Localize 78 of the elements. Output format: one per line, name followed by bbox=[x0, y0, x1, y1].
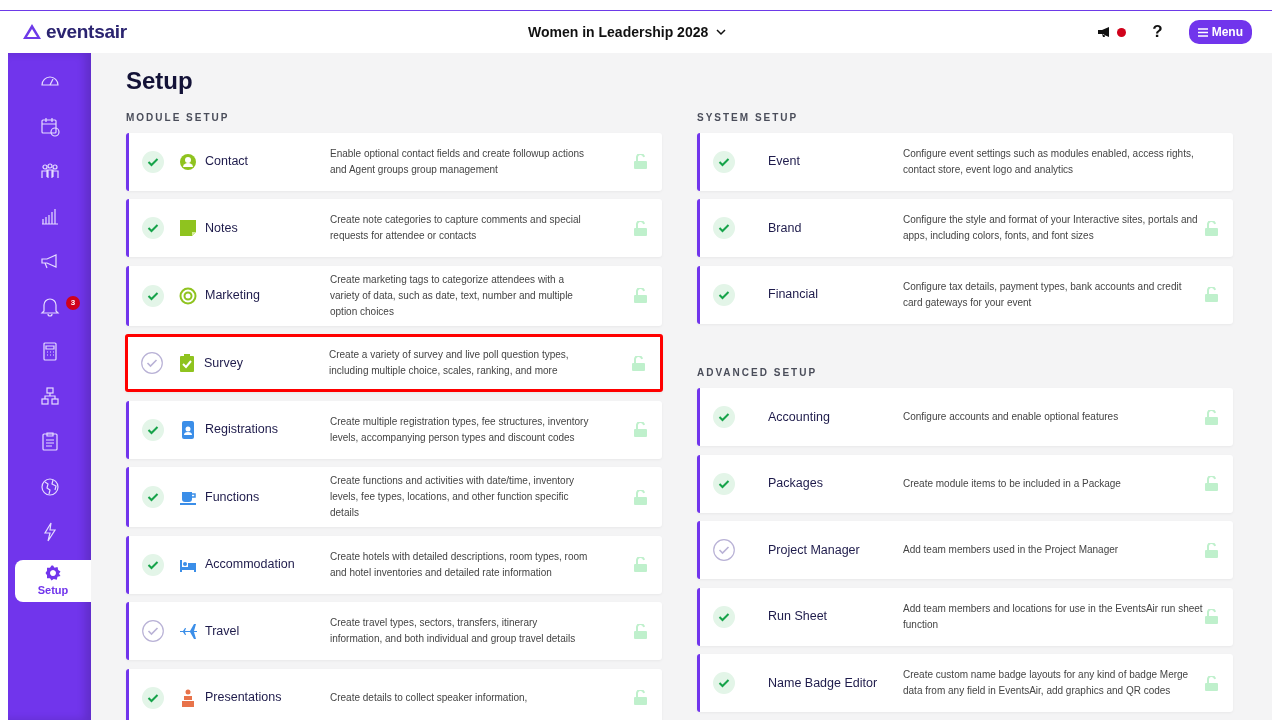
setup-name: Presentations bbox=[205, 689, 283, 707]
setup-name: Run Sheet bbox=[768, 608, 829, 626]
hierarchy-icon bbox=[38, 385, 61, 408]
notification-badge: 3 bbox=[66, 296, 80, 310]
setup-card[interactable]: Event Configure event settings such as modules enabled, access rights, contact store, event logo and analytics bbox=[697, 132, 1233, 191]
setup-card[interactable]: Presentations Create details to collect speaker information, bbox=[126, 668, 662, 720]
page-title: Setup bbox=[126, 67, 194, 96]
setup-card[interactable]: Accounting Configure accounts and enable optional features bbox=[697, 388, 1233, 447]
setup-name: Contact bbox=[205, 153, 250, 171]
setup-name: Name Badge Editor bbox=[768, 674, 879, 692]
setup-card[interactable]: Marketing Create marketing tags to categorize attendees with a variety of data, such as date, text, number and multiple option choices bbox=[126, 265, 662, 326]
announcements-button[interactable] bbox=[1097, 26, 1127, 38]
bell-icon bbox=[38, 295, 61, 318]
setup-card[interactable]: Project Manager Add team members used in the Project Manager bbox=[697, 521, 1233, 580]
target-icon bbox=[179, 286, 197, 305]
menu-icon bbox=[1197, 27, 1208, 37]
setup-description: Create travel types, sectors, transfers, itinerary information, and both individual and group travel details bbox=[330, 616, 577, 647]
section-heading: ADVANCED SETUP bbox=[697, 366, 819, 381]
setup-name: Accommodation bbox=[205, 556, 296, 574]
setup-description: Enable optional contact fields and create followup actions and Agent groups group management bbox=[330, 146, 586, 177]
setup-name: Packages bbox=[768, 475, 824, 493]
menu-button[interactable]: Menu bbox=[1188, 20, 1252, 44]
setup-card[interactable]: Survey Create a variety of survey and live poll question types, including multiple choice, scales, ranking, and more bbox=[125, 334, 663, 393]
setup-name: Event bbox=[768, 153, 801, 171]
chevron-icon bbox=[716, 28, 727, 36]
clipboard-check-icon bbox=[178, 354, 196, 373]
setup-description: Create note categories to capture comments and special requests for attendee or contacts bbox=[330, 213, 582, 244]
section-heading: SYSTEM SETUP bbox=[697, 110, 800, 125]
setup-description: Configure accounts and enable optional features bbox=[903, 410, 1120, 425]
logo-text: eventsair bbox=[46, 19, 127, 44]
setup-description: Configure tax details, payment types, bank accounts and credit card gateways for your event bbox=[903, 279, 1183, 310]
gear-icon bbox=[44, 563, 62, 582]
setup-name: Functions bbox=[205, 488, 261, 506]
id-badge-icon bbox=[179, 420, 197, 439]
setup-description: Create marketing tags to categorize attendees with a variety of data, such as date, text, number and multiple option choices bbox=[330, 272, 574, 319]
setup-name: Financial bbox=[768, 286, 820, 304]
setup-card[interactable]: Brand Configure the style and format of your Interactive sites, portals and apps, including colors, fonts, and font sizes bbox=[697, 199, 1233, 258]
calendar-icon bbox=[38, 115, 61, 138]
setup-description: Create a variety of survey and live poll question types, including multiple choice, scales, ranking, and more bbox=[329, 348, 570, 379]
event-selector[interactable]: Women in Leadership 2028 bbox=[522, 20, 733, 44]
airplane-icon bbox=[179, 622, 197, 641]
setup-description: Create details to collect speaker information, bbox=[330, 690, 529, 705]
setup-name: Project Manager bbox=[768, 541, 861, 559]
setup-card[interactable]: Run Sheet Add team members and locations for use in the EventsAir run sheet function bbox=[697, 587, 1233, 646]
sidebar-item[interactable]: Setup bbox=[15, 560, 91, 602]
setup-name: Marketing bbox=[205, 287, 261, 305]
help-button[interactable]: ? bbox=[1152, 19, 1163, 45]
setup-card[interactable]: Financial Configure tax details, payment types, bank accounts and credit card gateways for your event bbox=[697, 265, 1233, 324]
setup-card[interactable]: Registrations Create multiple registration types, fee structures, inventory levels, accompanying person types and discount codes bbox=[126, 400, 662, 459]
setup-name: Notes bbox=[205, 219, 239, 237]
logo-icon bbox=[22, 23, 42, 41]
globe-icon bbox=[38, 475, 61, 498]
section-heading: MODULE SETUP bbox=[126, 110, 231, 125]
setup-card[interactable]: Packages Create module items to be included in a Package bbox=[697, 454, 1233, 513]
setup-card[interactable]: Notes Create note categories to capture comments and special requests for attendee or contacts bbox=[126, 199, 662, 258]
setup-description: Configure the style and format of your Interactive sites, portals and apps, including colors, fonts, and font sizes bbox=[903, 213, 1199, 244]
sidebar-item[interactable]: 3 bbox=[8, 284, 91, 329]
setup-description: Create module items to be included in a Package bbox=[903, 476, 1122, 491]
note-icon bbox=[179, 219, 197, 238]
setup-card[interactable]: Name Badge Editor Create custom name badge layouts for any kind of badge Merge data from any field in EventsAir, add graphics and QR codes bbox=[697, 654, 1233, 713]
setup-card[interactable]: Travel Create travel types, sectors, transfers, itinerary information, and both individual and group travel details bbox=[126, 602, 662, 661]
setup-description: Add team members used in the Project Manager bbox=[903, 543, 1120, 558]
setup-description: Create hotels with detailed descriptions, room types, room and hotel inventories and detailed rate information bbox=[330, 549, 589, 580]
setup-description: Create functions and activities with date/time, inventory levels, fee types, locations, and other function specific details bbox=[330, 474, 575, 521]
setup-description: Configure event settings such as modules enabled, access rights, contact store, event logo and analytics bbox=[903, 146, 1195, 177]
setup-description: Create custom name badge layouts for any kind of badge Merge data from any field in EventsAir, add graphics and QR codes bbox=[903, 668, 1190, 699]
person-icon bbox=[179, 152, 197, 171]
setup-name: Registrations bbox=[205, 421, 279, 439]
presenter-icon bbox=[179, 688, 197, 707]
setup-name: Accounting bbox=[768, 408, 831, 426]
setup-card[interactable]: Accommodation Create hotels with detailed descriptions, room types, room and hotel inventories and detailed rate information bbox=[126, 535, 662, 594]
setup-description: Add team members and locations for use in the EventsAir run sheet function bbox=[903, 601, 1203, 632]
setup-name: Brand bbox=[768, 219, 803, 237]
setup-name: Survey bbox=[204, 354, 244, 372]
setup-card[interactable]: Functions Create functions and activities with date/time, inventory levels, fee types, locations, and other function specific details bbox=[126, 467, 662, 528]
setup-description: Create multiple registration types, fee structures, inventory levels, accompanying person types and discount codes bbox=[330, 414, 590, 445]
setup-card[interactable]: Contact Enable optional contact fields and create followup actions and Agent groups group management bbox=[126, 132, 662, 191]
setup-name: Travel bbox=[205, 622, 241, 640]
